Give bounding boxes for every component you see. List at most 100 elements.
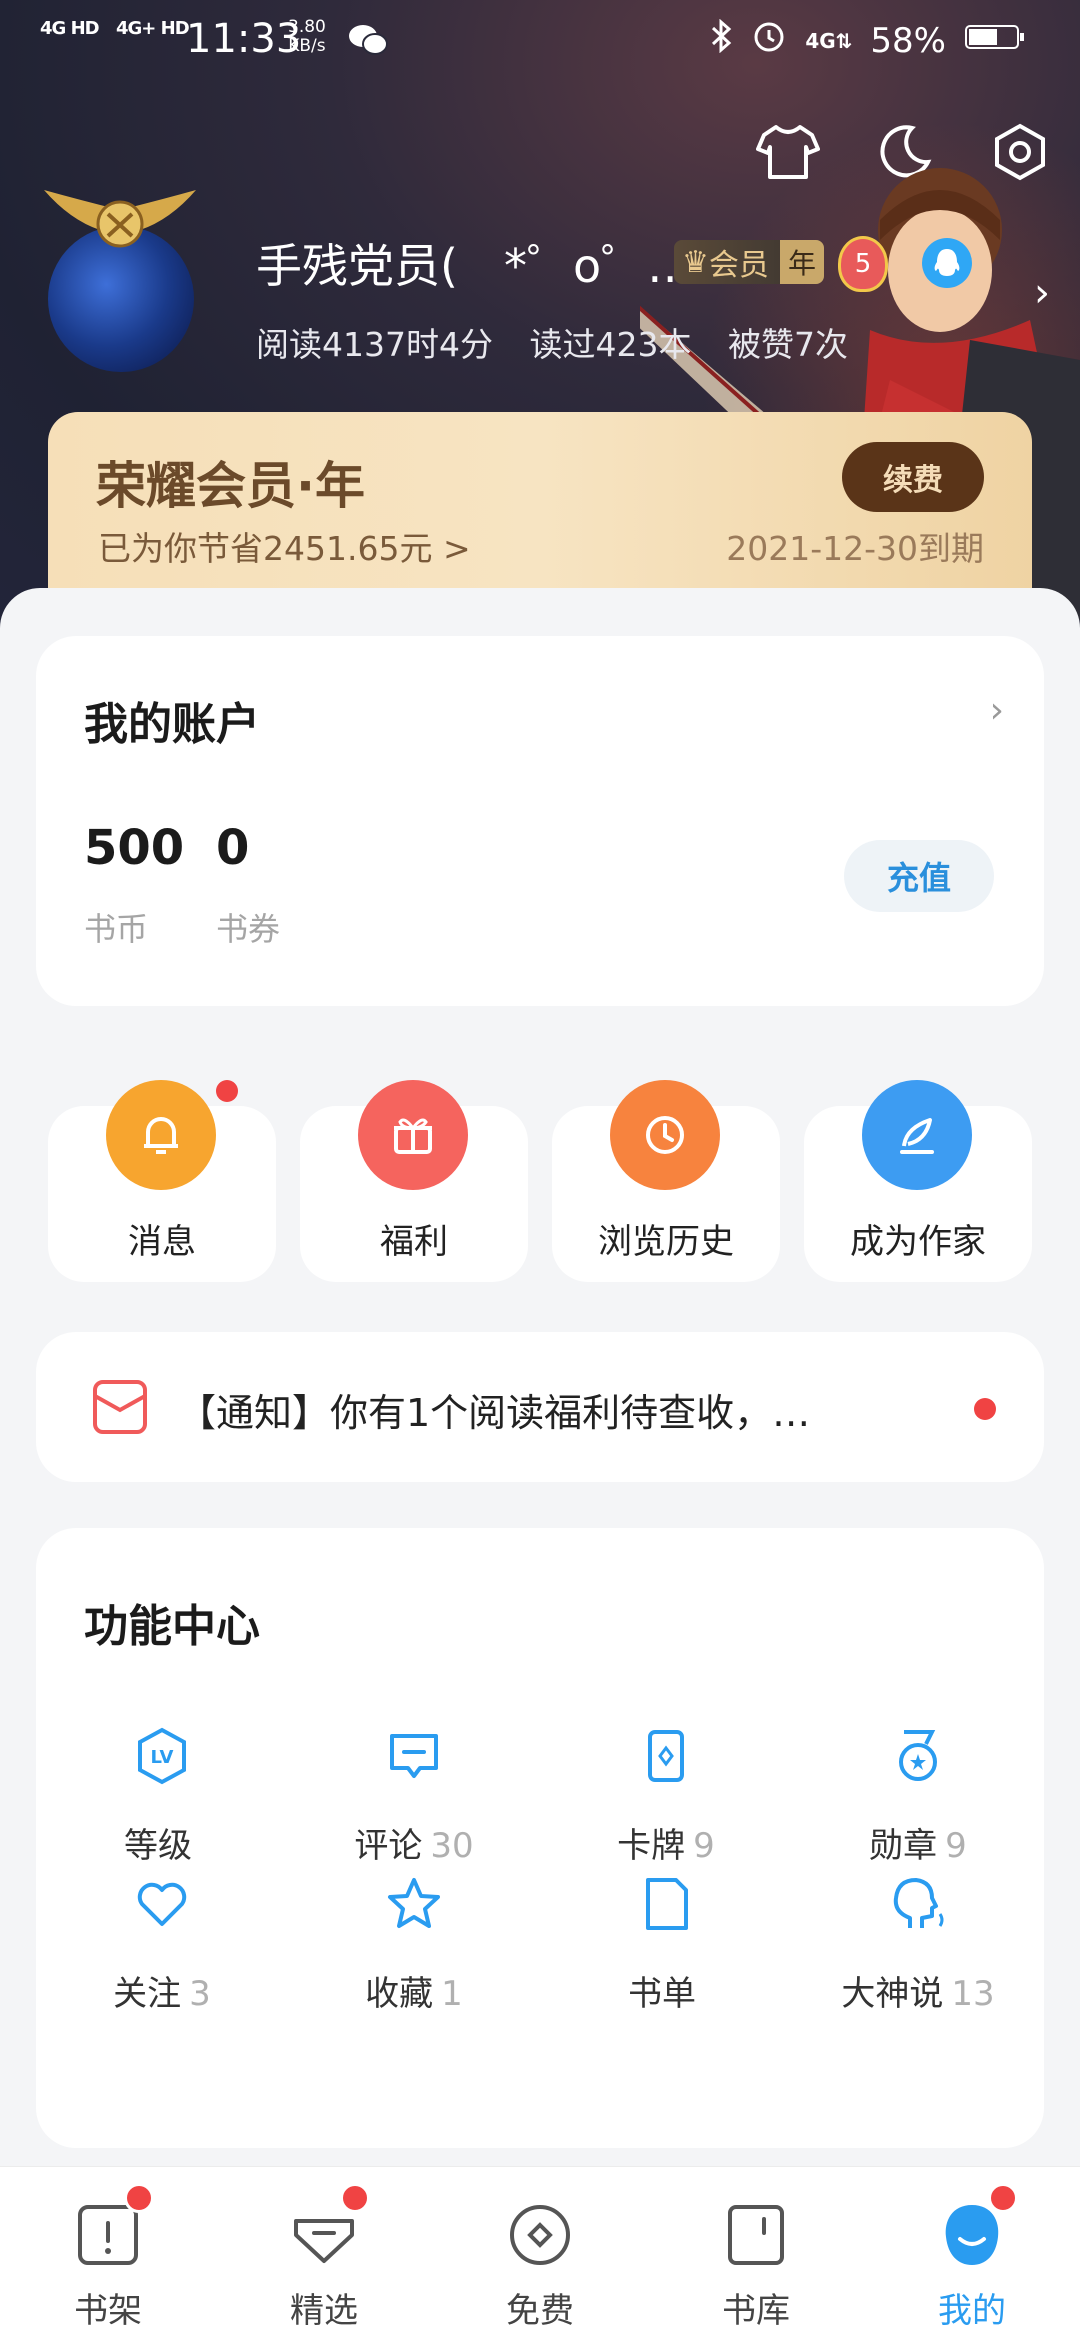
net-speed-value: 3.80 [288,17,326,37]
feature-label: 收藏 1 [365,1974,463,2014]
read-time: 阅读4137时4分 [256,325,493,364]
alarm-icon [751,18,787,63]
feature-label: 大神说 13 [841,1974,995,2014]
level-icon: LV [132,1726,192,1786]
notice-bar[interactable]: 【通知】你有1个阅读福利待查收，… [36,1332,1044,1482]
free-icon [506,2201,574,2269]
quick-action-label: 成为作家 [850,1222,986,1262]
feature-level[interactable]: LV 等级 [36,1726,288,1886]
quick-action-label: 浏览历史 [598,1222,734,1262]
account-card[interactable]: 我的账户 › 500 0 书币 书券 充值 [36,636,1044,1006]
notification-dot [988,2183,1018,2213]
vouchers-label: 书券 [216,910,281,948]
vip-card[interactable]: 荣耀会员·年 已为你节省2451.65元 > 2021-12-30到期 续费 [48,412,1032,612]
avatar-wrap[interactable] [40,180,200,380]
crown-icon: ♛ [682,244,709,280]
vip-badge-label: 会员 [708,248,769,283]
star-icon [384,1874,444,1934]
username[interactable]: 手残党员( *゜ο゜… [256,230,693,296]
profile-header: 4G HD 4G+ HD 11:33 3.80 KB/s 4G⇅ 58% 手残党… [0,0,1080,640]
tab-mine[interactable]: 我的 [864,2167,1080,2341]
tab-featured[interactable]: 精选 [216,2167,432,2341]
talk-icon [888,1874,948,1934]
tab-label: 我的 [938,2291,1006,2331]
tab-label: 免费 [506,2291,574,2331]
notification-dot [124,2183,154,2213]
mobile-data-icon: 4G⇅ [805,28,853,53]
liked-count: 被赞7次 [727,325,848,364]
quick-action-messages[interactable]: 消息 [48,1080,276,1282]
tab-label: 精选 [290,2291,358,2331]
feature-medals[interactable]: 勋章 9 [792,1726,1044,1886]
quick-action-welfare[interactable]: 福利 [300,1080,528,1282]
gift-icon [358,1080,468,1190]
coins-value: 500 [84,820,185,876]
signal-1: 4G HD [40,18,100,39]
qq-icon[interactable] [922,238,972,288]
feature-center-title: 功能中心 [84,1601,260,1652]
envelope-icon [92,1376,148,1440]
net-speed: 3.80 KB/s [288,18,326,56]
vip-badge[interactable]: ♛ 会员 年 [674,240,824,284]
feature-label: 等级 [124,1826,192,1866]
quick-action-author[interactable]: 成为作家 [804,1080,1032,1282]
notification-dot [216,1080,238,1102]
tab-label: 书架 [74,2291,142,2331]
feature-favorites[interactable]: 收藏 1 [288,1874,540,2034]
chevron-right-icon[interactable]: › [1034,270,1050,316]
books-read: 读过423本 [529,325,692,364]
feature-label: 评论 30 [354,1826,474,1866]
vip-saved[interactable]: 已为你节省2451.65元 > [98,522,471,570]
level-badge[interactable]: 5 [838,236,888,292]
status-right: 4G⇅ 58% [711,18,1026,63]
feature-booklist[interactable]: 书单 [540,1874,792,2034]
feature-label: 卡牌 9 [617,1826,715,1866]
account-title: 我的账户 [84,699,260,750]
chevron-right-icon[interactable]: › [990,690,1004,731]
net-speed-unit: KB/s [288,36,326,56]
clock-icon [610,1080,720,1190]
tab-free[interactable]: 免费 [432,2167,648,2341]
vip-title: 荣耀会员·年 [96,457,365,515]
avatar-frame-wings [40,180,200,270]
vip-badge-year: 年 [780,240,824,284]
library-icon [722,2201,790,2269]
battery-icon [964,21,1026,61]
vouchers-value: 0 [216,820,250,876]
notice-text: 【通知】你有1个阅读福利待查收，… [178,1391,811,1435]
wechat-icon [348,22,388,62]
clock: 11:33 [186,16,302,62]
feature-label: 关注 3 [113,1974,211,2014]
signal-2: 4G+ HD [116,18,190,39]
tab-label: 书库 [722,2291,790,2331]
svg-text:LV: LV [151,1747,174,1768]
notification-dot [340,2183,370,2213]
tab-bookshelf[interactable]: 书架 [0,2167,216,2341]
feature-cards[interactable]: 卡牌 9 [540,1726,792,1886]
feature-label: 勋章 9 [869,1826,967,1866]
reading-stats: 阅读4137时4分 读过423本 被赞7次 [256,318,874,366]
coins-label: 书币 [84,910,149,948]
renew-button[interactable]: 续费 [842,442,984,512]
booklist-icon [636,1874,696,1934]
feature-talks[interactable]: 大神说 13 [792,1874,1044,2034]
notification-dot [974,1398,996,1420]
pen-icon [862,1080,972,1190]
quick-action-label: 福利 [380,1222,448,1262]
battery-level: 58% [870,20,946,61]
comment-icon [384,1726,444,1786]
feature-label: 书单 [628,1974,696,2014]
bottom-tab-bar: 书架 精选 免费 书库 我的 [0,2166,1080,2341]
card-icon [636,1726,696,1786]
feature-follows[interactable]: 关注 3 [36,1874,288,2034]
feature-comments[interactable]: 评论 30 [288,1726,540,1886]
heart-icon [132,1874,192,1934]
vip-expire: 2021-12-30到期 [726,529,984,568]
quick-action-label: 消息 [128,1222,196,1262]
quick-action-history[interactable]: 浏览历史 [552,1080,780,1282]
tab-library[interactable]: 书库 [648,2167,864,2341]
medal-icon [888,1726,948,1786]
charge-button[interactable]: 充值 [844,840,994,912]
status-bar: 4G HD 4G+ HD 11:33 3.80 KB/s 4G⇅ 58% [0,0,1080,86]
bluetooth-icon [711,18,733,62]
